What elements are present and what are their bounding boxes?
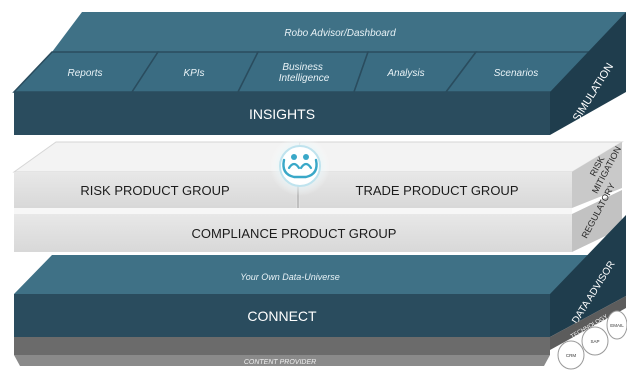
tab-reports-label: Reports	[67, 68, 102, 79]
crm-label: CRM	[566, 353, 576, 358]
crm-disc[interactable]: CRM	[557, 340, 585, 370]
robo-advisor-label: Robo Advisor/Dashboard	[284, 28, 396, 39]
tab-kpis-label: KPIs	[183, 68, 204, 79]
product-layer: RISK PRODUCT GROUP TRADE PRODUCT GROUP C…	[12, 136, 624, 252]
product-top-left	[12, 141, 301, 173]
tab-scenarios-label: Scenarios	[494, 68, 538, 79]
base-front	[14, 337, 550, 355]
product-separator	[14, 208, 572, 214]
base-layer: CONTENT PROVIDER	[14, 337, 550, 366]
hands-holding-people-icon	[270, 136, 330, 196]
compliance-product-label: COMPLIANCE PRODUCT GROUP	[192, 226, 397, 241]
email-disc[interactable]: EMAIL	[606, 310, 627, 340]
insights-layer: Robo Advisor/Dashboard Reports KPIs Busi…	[12, 12, 626, 135]
tab-business-intelligence-label: Business Intelligence	[279, 62, 330, 84]
sap-label: SAP	[590, 339, 599, 344]
tab-analysis-label: Analysis	[386, 68, 424, 79]
layered-architecture-diagram: Robo Advisor/Dashboard Reports KPIs Busi…	[12, 12, 627, 370]
content-provider-label: CONTENT PROVIDER	[244, 359, 316, 366]
connect-label: CONNECT	[247, 308, 317, 324]
product-top-right	[293, 141, 624, 173]
sap-disc[interactable]: SAP	[581, 326, 609, 356]
risk-product-label: RISK PRODUCT GROUP	[80, 183, 229, 198]
email-label: EMAIL	[610, 323, 624, 328]
data-universe-label: Your Own Data-Universe	[240, 272, 340, 282]
insights-label: INSIGHTS	[249, 106, 315, 122]
trade-product-label: TRADE PRODUCT GROUP	[356, 183, 519, 198]
